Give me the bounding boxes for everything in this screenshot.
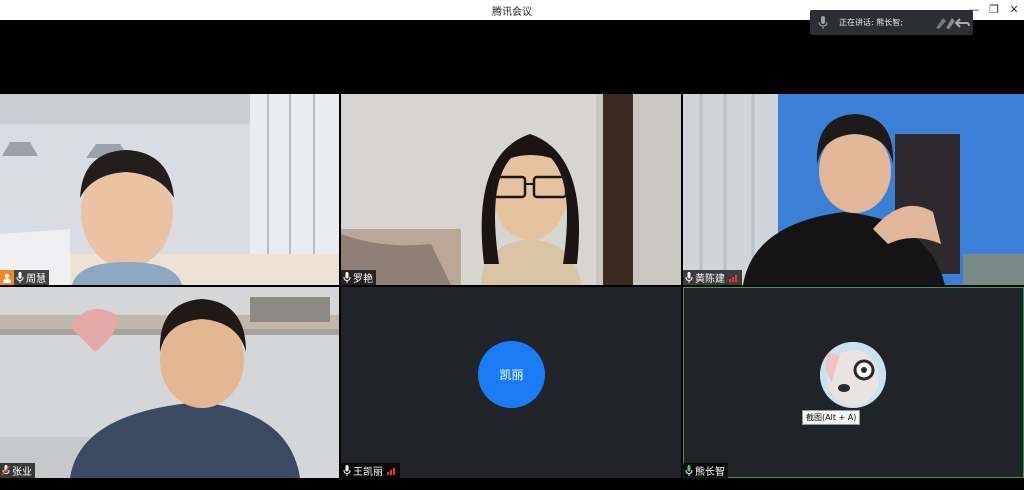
video-tile-huangchenjian[interactable]: 黄陈建	[683, 94, 1024, 285]
participant-video	[683, 94, 1024, 285]
network-signal-icon	[387, 468, 395, 475]
restore-icon[interactable]: ❐	[986, 2, 1002, 18]
participant-video	[0, 94, 339, 285]
annotation-tools-icon[interactable]	[934, 15, 970, 30]
speaking-label: 正在讲话: 熊长智;	[839, 18, 903, 27]
microphone-icon	[818, 16, 828, 29]
participant-name: 黄陈建	[695, 274, 725, 285]
video-tile-zhouhui[interactable]: 周慧	[0, 94, 339, 285]
dog-avatar-icon	[820, 342, 886, 408]
participant-name: 王凯丽	[353, 467, 383, 478]
participant-name: 周慧	[26, 274, 46, 285]
participant-name: 张业	[12, 467, 32, 478]
network-signal-icon	[729, 275, 737, 282]
participant-name-bar: 周慧	[0, 270, 49, 285]
participant-video	[0, 287, 339, 478]
participant-name-bar: 熊长智	[683, 463, 728, 478]
microphone-icon	[16, 272, 24, 283]
participant-name-bar: 黄陈建	[683, 270, 742, 285]
participant-name-bar: 王凯丽	[341, 463, 400, 478]
microphone-speaking-icon	[685, 465, 693, 476]
participant-avatar: 凯丽	[478, 341, 545, 408]
microphone-icon	[343, 272, 351, 283]
video-tile-luoyan[interactable]: 罗艳	[341, 94, 681, 285]
participant-video	[341, 94, 681, 285]
participant-name-bar: 张业	[0, 463, 35, 478]
participant-avatar	[820, 342, 886, 408]
participant-name: 罗艳	[353, 274, 373, 285]
participant-name: 熊长智	[695, 467, 725, 478]
microphone-icon	[685, 272, 693, 283]
microphone-muted-icon	[2, 465, 10, 476]
avatar-initials: 凯丽	[499, 368, 524, 382]
host-icon	[0, 270, 14, 285]
close-icon[interactable]: ✕	[1006, 2, 1022, 18]
microphone-icon	[343, 465, 351, 476]
video-grid: 周慧 罗艳 黄陈建 张业 凯丽 王凯丽 截图(Alt + A) 熊长智	[0, 20, 1024, 490]
video-tile-zhangye[interactable]: 张业	[0, 287, 339, 478]
speaking-indicator-popup: 正在讲话: 熊长智;	[810, 10, 973, 35]
video-tile-xiongchangzhi[interactable]: 截图(Alt + A) 熊长智	[683, 287, 1024, 478]
screenshot-tooltip: 截图(Alt + A)	[802, 410, 861, 425]
video-tile-wangkaili[interactable]: 凯丽 王凯丽	[341, 287, 681, 478]
participant-name-bar: 罗艳	[341, 270, 376, 285]
